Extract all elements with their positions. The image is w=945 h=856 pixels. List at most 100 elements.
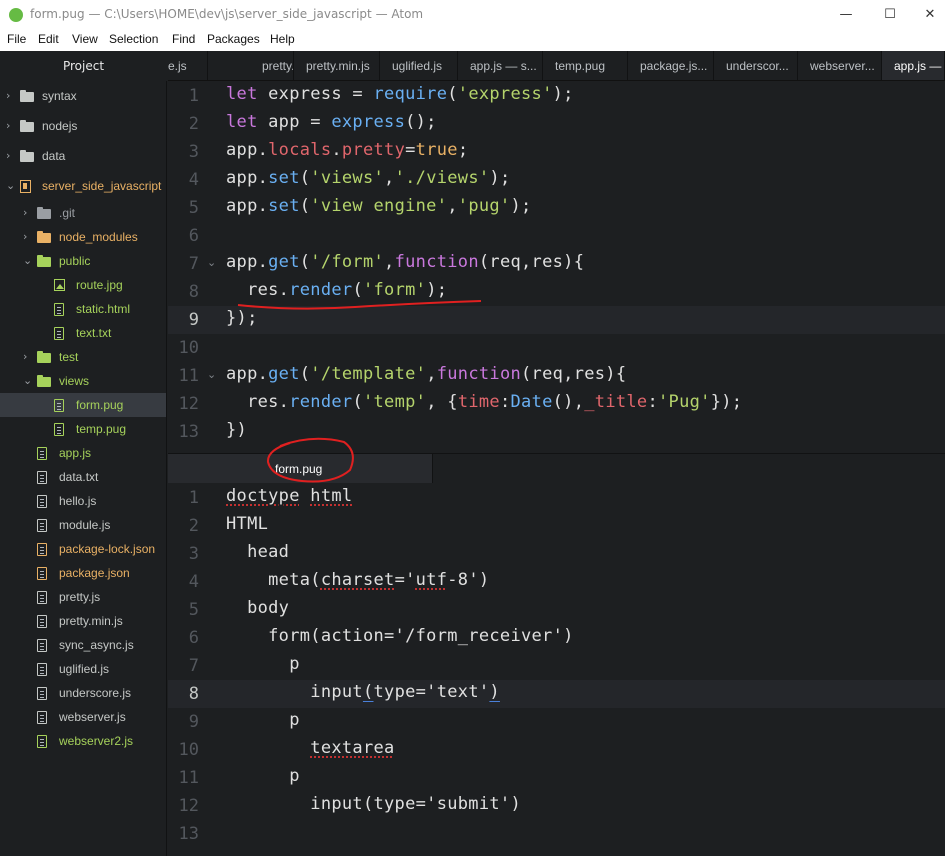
tree-item-git[interactable]: › .git	[0, 201, 166, 225]
tree-item-sync-async-js[interactable]: sync_async.js	[0, 633, 166, 657]
code-token: meta(	[226, 570, 321, 590]
code-line[interactable]: 5 body	[168, 596, 945, 624]
code-line[interactable]: 10	[168, 334, 945, 362]
tree-item-temp-pug[interactable]: temp.pug	[0, 417, 166, 441]
maximize-button[interactable]: ☐	[878, 5, 902, 25]
tab-app-js-s[interactable]: app.js — s...	[882, 51, 945, 80]
tree-item-text-txt[interactable]: text.txt	[0, 321, 166, 345]
chevron-right-icon[interactable]: ›	[23, 350, 27, 363]
code-line[interactable]: 13	[168, 820, 945, 848]
code-line[interactable]: 13})	[168, 418, 945, 446]
tree-item-views[interactable]: ⌄ views	[0, 369, 166, 393]
code-line[interactable]: 3 app.locals.pretty=true;	[168, 138, 945, 166]
chevron-right-icon[interactable]: ›	[6, 89, 10, 102]
code-token: let	[226, 112, 258, 132]
file-icon	[37, 543, 47, 556]
tree-item-package-json[interactable]: package.json	[0, 561, 166, 585]
tab-e-js[interactable]: e.js	[168, 51, 208, 80]
code-line[interactable]: 8 res.render('form');	[168, 278, 945, 306]
tree-item-form-pug[interactable]: form.pug	[0, 393, 166, 417]
fold-chevron-icon[interactable]: ⌄	[207, 368, 216, 381]
tree-item-data-txt[interactable]: data.txt	[0, 465, 166, 489]
tree-item-node-modules[interactable]: › node_modules	[0, 225, 166, 249]
chevron-right-icon[interactable]: ›	[6, 149, 10, 162]
menu-file[interactable]: File	[7, 32, 26, 46]
code-line[interactable]: 6	[168, 222, 945, 250]
code-line[interactable]: 2 HTML	[168, 512, 945, 540]
tree-item-webserver2-js[interactable]: webserver2.js	[0, 729, 166, 753]
tree-item-hello-js[interactable]: hello.js	[0, 489, 166, 513]
line-number: 13	[178, 422, 199, 442]
tree-item-module-js[interactable]: module.js	[0, 513, 166, 537]
tree-item-uglified-js[interactable]: uglified.js	[0, 657, 166, 681]
code-token: );	[489, 168, 511, 188]
code-token: res.	[226, 280, 290, 300]
tab-underscor[interactable]: underscor...	[714, 51, 798, 80]
tree-item-pretty-min-js[interactable]: pretty.min.js	[0, 609, 166, 633]
code-line[interactable]: 1 doctype html	[168, 484, 945, 512]
tree-item-data[interactable]: › data	[0, 144, 166, 174]
code-line[interactable]: 6 form(action='/form_receiver')	[168, 624, 945, 652]
code-line[interactable]: 7 p	[168, 652, 945, 680]
code-line[interactable]: 8 input(type='text')	[168, 680, 945, 708]
code-token: get	[268, 364, 300, 384]
code-line[interactable]: 11 ⌄ app.get('/template',function(req,res)…	[168, 362, 945, 390]
code-text: head	[226, 542, 289, 562]
code-line[interactable]: 4 meta(charset='utf-8')	[168, 568, 945, 596]
tree-item-webserver-js[interactable]: webserver.js	[0, 705, 166, 729]
file-icon	[37, 687, 47, 700]
code-line[interactable]: 9 p	[168, 708, 945, 736]
code-line[interactable]: 1 let express = require('express');	[168, 82, 945, 110]
menu-edit[interactable]: Edit	[38, 32, 59, 46]
file-icon	[37, 495, 47, 508]
menu-find[interactable]: Find	[172, 32, 195, 46]
tab-package-js[interactable]: package.js...	[628, 51, 714, 80]
tree-item-route-jpg[interactable]: route.jpg	[0, 273, 166, 297]
tree-item-nodejs[interactable]: › nodejs	[0, 114, 166, 144]
tab-form-pug[interactable]: form.pug	[168, 454, 433, 484]
tree-item-pretty-js[interactable]: pretty.js	[0, 585, 166, 609]
tree-item-server-side-javascript[interactable]: ⌄ server_side_javascript	[0, 174, 166, 201]
code-line[interactable]: 11 p	[168, 764, 945, 792]
menu-packages[interactable]: Packages	[207, 32, 260, 46]
chevron-right-icon[interactable]: ›	[6, 119, 10, 132]
chevron-right-icon[interactable]: ›	[23, 230, 27, 243]
code-line[interactable]: 3 head	[168, 540, 945, 568]
tree-item-app-js[interactable]: app.js	[0, 441, 166, 465]
tab-temp-pug[interactable]: temp.pug	[543, 51, 628, 80]
menu-view[interactable]: View	[72, 32, 98, 46]
code-line[interactable]: 5 app.set('view engine','pug');	[168, 194, 945, 222]
editor-pane-form-pug[interactable]: 1 doctype html 2 HTML 3 head 4 meta(charset='…	[168, 483, 945, 856]
close-button[interactable]: ✕	[918, 5, 942, 25]
chevron-down-icon[interactable]: ⌄	[6, 179, 15, 192]
tab-uglified-js[interactable]: uglified.js	[380, 51, 458, 80]
tree-item-test[interactable]: › test	[0, 345, 166, 369]
code-line[interactable]: 9});	[168, 306, 945, 334]
code-line[interactable]: 10 textarea	[168, 736, 945, 764]
tab-pretty-min-js[interactable]: pretty.min.js	[294, 51, 380, 80]
tree-item-syntax[interactable]: › syntax	[0, 84, 166, 114]
menu-selection[interactable]: Selection	[109, 32, 158, 46]
code-token: html	[310, 486, 353, 506]
tree-item-static-html[interactable]: static.html	[0, 297, 166, 321]
tree-item-underscore-js[interactable]: underscore.js	[0, 681, 166, 705]
code-line[interactable]: 12 input(type='submit')	[168, 792, 945, 820]
chevron-right-icon[interactable]: ›	[23, 206, 27, 219]
code-token: (	[299, 196, 311, 216]
menu-help[interactable]: Help	[270, 32, 295, 46]
code-line[interactable]: 4 app.set('views','./views');	[168, 166, 945, 194]
code-line[interactable]: 7 ⌄ app.get('/form',function(req,res){	[168, 250, 945, 278]
code-line[interactable]: 2 let app = express();	[168, 110, 945, 138]
tree-item-public[interactable]: ⌄ public	[0, 249, 166, 273]
minimize-button[interactable]: —	[834, 5, 858, 25]
editor-pane-app-js[interactable]: 1 let express = require('express'); 2 let a…	[168, 81, 945, 453]
tree-item-package-lock-json[interactable]: package-lock.json	[0, 537, 166, 561]
tab-pretty-js[interactable]: pretty.js	[208, 51, 294, 80]
fold-chevron-icon[interactable]: ⌄	[207, 256, 216, 269]
code-line[interactable]: 12 res.render('temp', {time:Date(),_titl…	[168, 390, 945, 418]
chevron-down-icon[interactable]: ⌄	[23, 254, 32, 267]
tab-webserver[interactable]: webserver...	[798, 51, 882, 80]
chevron-down-icon[interactable]: ⌄	[23, 374, 32, 387]
tab-app-js-s[interactable]: app.js — s...	[458, 51, 543, 80]
